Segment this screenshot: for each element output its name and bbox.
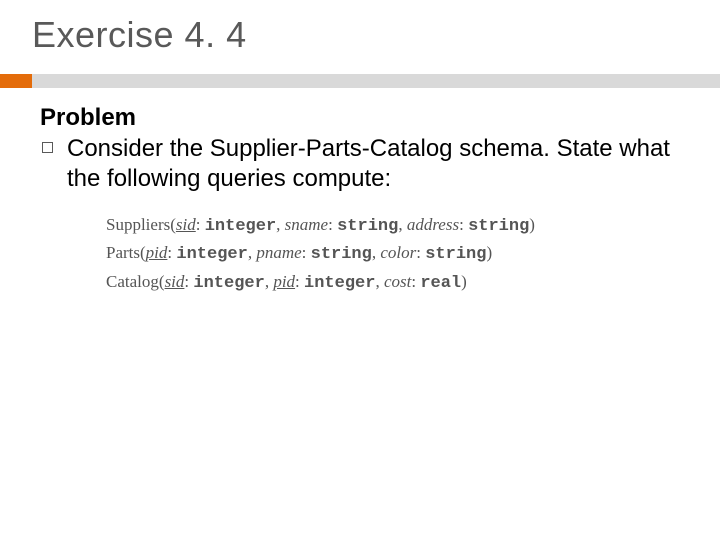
bullet-item: Consider the Supplier-Parts-Catalog sche… bbox=[42, 134, 680, 194]
slide: { "title": "Exercise 4. 4", "problem": {… bbox=[0, 0, 720, 540]
title-underline bbox=[0, 74, 720, 88]
attr-type: string bbox=[425, 245, 486, 264]
attr-type: string bbox=[311, 245, 372, 264]
attr-type: integer bbox=[304, 274, 375, 293]
problem-heading: Problem bbox=[40, 104, 680, 132]
attr-type: integer bbox=[176, 245, 247, 264]
key-attr: sid bbox=[165, 272, 185, 291]
attr-name: pname bbox=[256, 243, 301, 262]
accent-orange bbox=[0, 74, 32, 88]
key-attr: sid bbox=[176, 215, 196, 234]
attr-name: cost bbox=[384, 272, 411, 291]
attr-type: real bbox=[420, 274, 461, 293]
title-area: Exercise 4. 4 bbox=[0, 0, 720, 66]
attr-type: integer bbox=[193, 274, 264, 293]
attr-type: integer bbox=[205, 217, 276, 236]
attr-type: string bbox=[337, 217, 398, 236]
schema-catalog: Catalog(sid: integer, pid: integer, cost… bbox=[106, 269, 680, 297]
relation-name: Parts bbox=[106, 243, 140, 262]
schema-suppliers: Suppliers(sid: integer, sname: string, a… bbox=[106, 212, 680, 240]
square-bullet-icon bbox=[42, 142, 53, 153]
accent-gray bbox=[32, 74, 720, 88]
body-area: Problem Consider the Supplier-Parts-Cata… bbox=[0, 88, 720, 297]
attr-name: color bbox=[380, 243, 416, 262]
schema-block: Suppliers(sid: integer, sname: string, a… bbox=[106, 212, 680, 297]
key-attr: pid bbox=[273, 272, 295, 291]
schema-parts: Parts(pid: integer, pname: string, color… bbox=[106, 240, 680, 268]
key-attr: pid bbox=[146, 243, 168, 262]
attr-name: address bbox=[407, 215, 459, 234]
slide-title: Exercise 4. 4 bbox=[32, 14, 720, 56]
attr-name: sname bbox=[285, 215, 328, 234]
bullet-text: Consider the Supplier-Parts-Catalog sche… bbox=[67, 134, 680, 194]
relation-name: Catalog bbox=[106, 272, 159, 291]
relation-name: Suppliers bbox=[106, 215, 170, 234]
attr-type: string bbox=[468, 217, 529, 236]
